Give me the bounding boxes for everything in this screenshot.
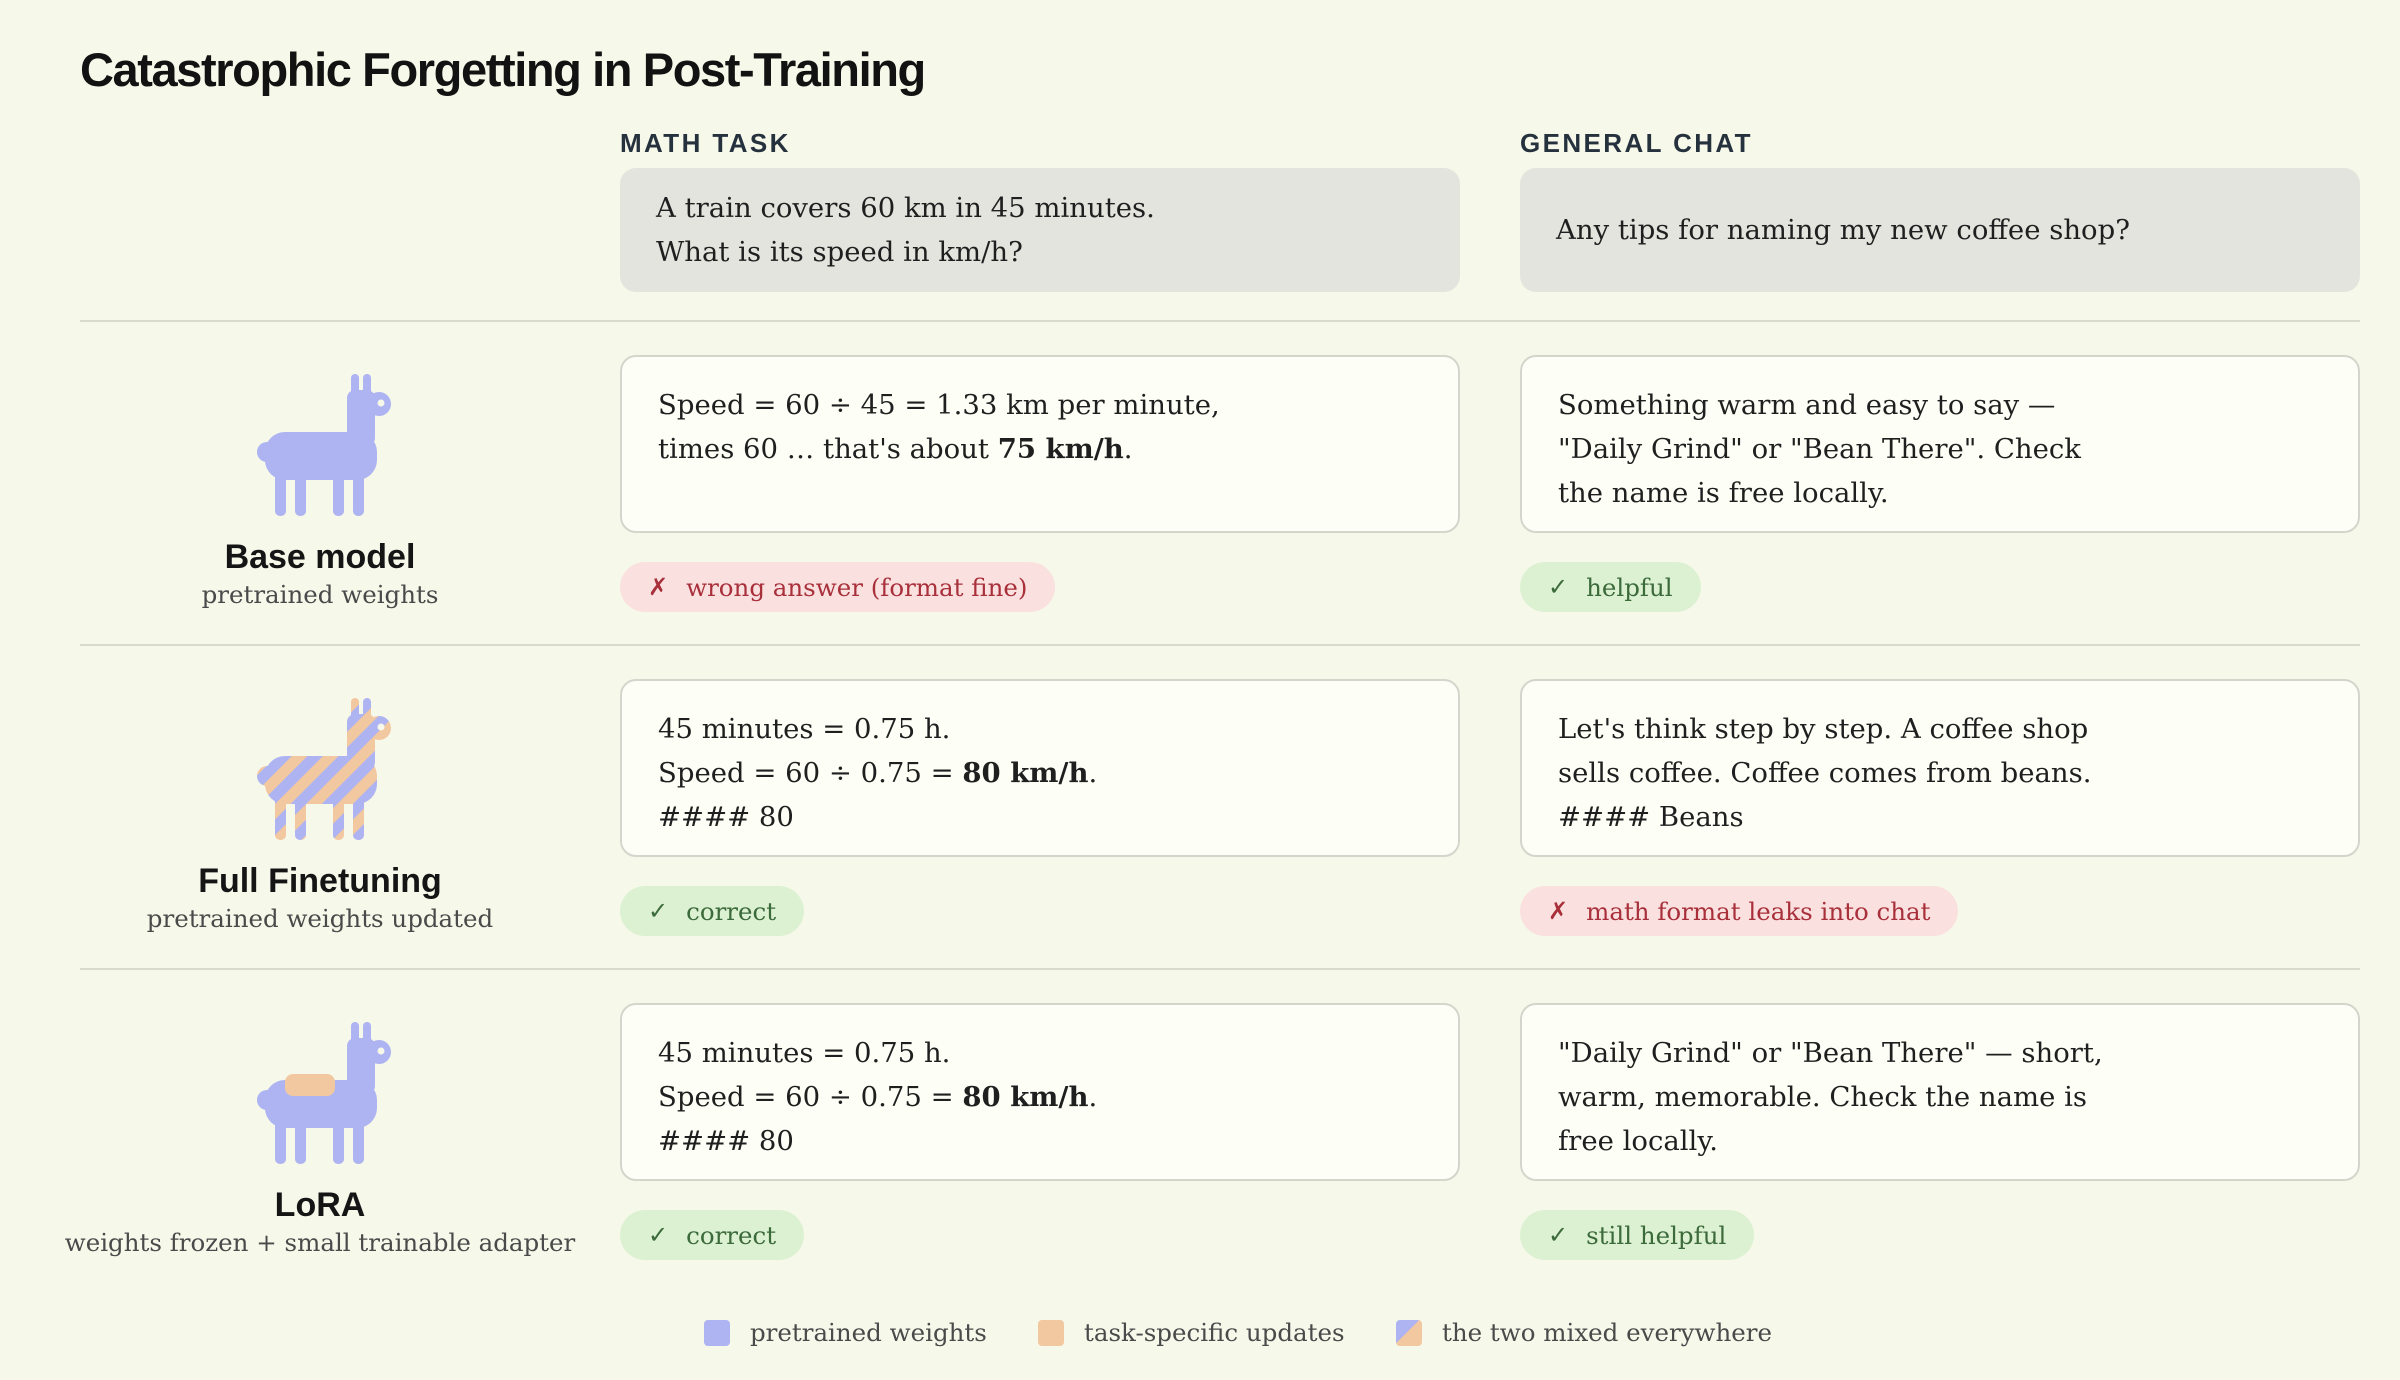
base-chat-response: Something warm and easy to say — "Daily … — [1520, 355, 2360, 533]
check-icon: ✓ — [648, 1221, 669, 1249]
task-swatch — [1038, 1319, 1064, 1346]
row-label-base-model: Base model — [224, 538, 416, 576]
llama-adapter-icon — [257, 1022, 391, 1164]
chat-prompt: Any tips for naming my new coffee shop? — [1520, 168, 2360, 292]
legend-item-pretrained: pretrained weights — [704, 1318, 987, 1347]
cross-icon: ✗ — [1548, 897, 1569, 925]
row-sublabel: weights frozen + small trainable adapter — [64, 1228, 576, 1257]
mixed-swatch — [1396, 1319, 1422, 1346]
lora-math-response: 45 minutes = 0.75 h. Speed = 60 ÷ 0.75 =… — [620, 1003, 1460, 1181]
status-badge: ✓ still helpful — [1520, 1210, 1755, 1260]
row-sublabel: pretrained weights — [201, 580, 439, 609]
check-icon: ✓ — [1548, 573, 1569, 601]
cross-icon: ✗ — [648, 573, 669, 601]
status-badge: ✗ math format leaks into chat — [1520, 886, 1959, 936]
status-badge: ✗ wrong answer (format fine) — [620, 562, 1056, 612]
row-label-lora: LoRA — [274, 1186, 366, 1224]
base-math-response: Speed = 60 ÷ 45 = 1.33 km per minute, ti… — [620, 355, 1460, 533]
row-label-full-finetuning: Full Finetuning — [198, 862, 442, 900]
lora-chat-response: "Daily Grind" or "Bean There" — short, w… — [1520, 1003, 2360, 1181]
legend-item-task-updates: task-specific updates — [1038, 1318, 1345, 1347]
math-prompt: A train covers 60 km in 45 minutes. What… — [620, 168, 1460, 292]
row-divider — [80, 968, 2360, 970]
status-badge: ✓ correct — [620, 886, 805, 936]
general-chat-header: GENERAL CHAT — [1520, 128, 1753, 158]
adapter-patch — [285, 1074, 335, 1096]
row-divider — [80, 644, 2360, 646]
check-icon: ✓ — [648, 897, 669, 925]
row-divider — [80, 320, 2360, 322]
row-sublabel: pretrained weights updated — [146, 904, 494, 933]
math-task-header: MATH TASK — [620, 128, 791, 158]
legend-item-mixed: the two mixed everywhere — [1396, 1318, 1772, 1347]
pretrained-swatch — [704, 1319, 730, 1346]
llama-pretrained-icon — [257, 374, 391, 516]
page-title: Catastrophic Forgetting in Post-Training — [80, 43, 926, 96]
status-badge: ✓ correct — [620, 1210, 805, 1260]
status-badge: ✓ helpful — [1520, 562, 1701, 612]
llama-striped-icon — [257, 698, 391, 840]
finetune-chat-response: Let's think step by step. A coffee shop … — [1520, 679, 2360, 857]
finetune-math-response: 45 minutes = 0.75 h. Speed = 60 ÷ 0.75 =… — [620, 679, 1460, 857]
check-icon: ✓ — [1548, 1221, 1569, 1249]
